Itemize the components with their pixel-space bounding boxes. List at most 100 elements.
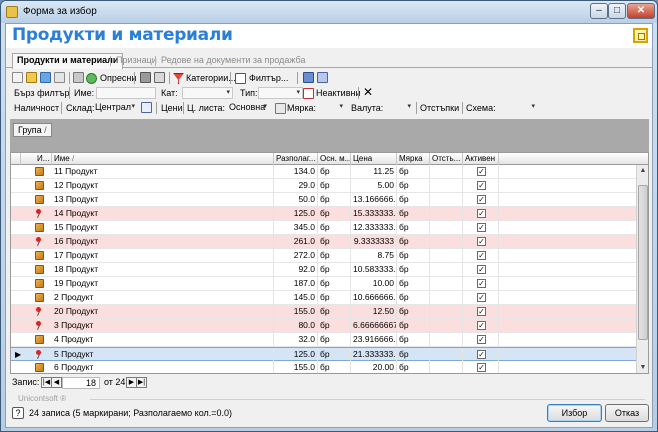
search-icon[interactable] (317, 72, 328, 83)
prev-record-icon[interactable]: ◀ (51, 377, 62, 388)
table-row[interactable]: 18 Продукт 92.0 бр 10.583333... бр ✓ (11, 263, 636, 277)
header-icon-col[interactable]: И... (35, 153, 52, 165)
active-checkbox[interactable]: ✓ (477, 279, 486, 288)
cell-base-unit: бр (318, 249, 351, 262)
tab-attributes[interactable]: Признаци (112, 54, 161, 68)
table-row[interactable]: 16 Продукт 261.0 бр 9.3333333 бр ✓ (11, 235, 636, 249)
table-row[interactable]: 12 Продукт 29.0 бр 5.00 бр ✓ (11, 179, 636, 193)
help-icon[interactable]: ? (12, 407, 24, 419)
print-icon[interactable] (140, 72, 151, 83)
active-checkbox[interactable]: ✓ (477, 321, 486, 330)
product-box-icon (35, 363, 44, 372)
unit-select[interactable]: ▾ (315, 102, 345, 114)
cell-measure: бр (397, 305, 430, 318)
table-row[interactable]: 13 Продукт 50.0 бр 13.166666... бр ✓ (11, 193, 636, 207)
new-icon[interactable] (12, 72, 23, 83)
active-checkbox[interactable]: ✓ (477, 307, 486, 316)
currency-select[interactable]: ▾ (381, 102, 413, 114)
active-checkbox[interactable]: ✓ (477, 223, 486, 232)
table-row[interactable]: 6 Продукт 155.0 бр 20.00 бр ✓ (11, 361, 636, 373)
header-base-unit[interactable]: Осн. м... (318, 153, 351, 165)
active-checkbox[interactable]: ✓ (477, 363, 486, 372)
last-record-icon[interactable]: ▶| (136, 377, 147, 388)
maximize-button[interactable]: □ (608, 3, 626, 19)
table-row[interactable]: 20 Продукт 155.0 бр 12.50 бр ✓ (11, 305, 636, 319)
filter-grid-icon (235, 73, 246, 84)
category-filter-select[interactable]: ▾ (182, 87, 233, 99)
active-checkbox[interactable]: ✓ (477, 335, 486, 344)
header-discount[interactable]: Отсть... (430, 153, 463, 165)
record-label: Запис: (12, 377, 40, 387)
header-price[interactable]: Цена (351, 153, 397, 165)
table-row[interactable]: ▶ 5 Продукт 125.0 бр 21.333333... бр ✓ (11, 347, 636, 361)
table-row[interactable]: 14 Продукт 125.0 бр 15.333333... бр ✓ (11, 207, 636, 221)
title-bar[interactable]: Форма за избор – □ ✕ (1, 1, 657, 23)
cancel-button[interactable]: Отказ (605, 404, 649, 422)
cell-name: 17 Продукт (52, 249, 274, 262)
scroll-thumb[interactable] (638, 185, 648, 340)
cell-discount (430, 277, 463, 290)
table-row[interactable]: 11 Продукт 134.0 бр 11.25 бр ✓ (11, 165, 636, 179)
warehouse-select[interactable]: Централ ▾ (93, 102, 137, 114)
cell-price: 10.00 (351, 277, 397, 290)
header-available[interactable]: Разполаг... (274, 153, 318, 165)
table-row[interactable]: 17 Продукт 272.0 бр 8.75 бр ✓ (11, 249, 636, 263)
cell-base-unit: бр (318, 207, 351, 220)
cell-available: 155.0 (274, 305, 318, 318)
active-checkbox[interactable]: ✓ (477, 181, 486, 190)
header-active[interactable]: Активен (463, 153, 499, 165)
cell-price: 5.00 (351, 179, 397, 192)
scroll-up-icon[interactable]: ▲ (637, 165, 648, 177)
active-checkbox[interactable]: ✓ (477, 293, 486, 302)
active-checkbox[interactable]: ✓ (477, 350, 486, 359)
type-filter-select[interactable]: ▾ (258, 87, 303, 99)
cell-measure: бр (397, 165, 430, 178)
table-row[interactable]: 4 Продукт 32.0 бр 23.916666... бр ✓ (11, 333, 636, 347)
prices-label: Цени (161, 103, 183, 113)
cell-available: 134.0 (274, 165, 318, 178)
open-folder-icon[interactable] (26, 72, 37, 83)
table-row[interactable]: 15 Продукт 345.0 бр 12.333333... бр ✓ (11, 221, 636, 235)
group-by-panel[interactable]: Група / (10, 119, 649, 152)
inactive-label: Неактивни (316, 88, 361, 98)
active-checkbox[interactable]: ✓ (477, 251, 486, 260)
name-filter-input[interactable] (96, 87, 156, 99)
clear-filter-icon[interactable]: ✕ (363, 86, 373, 100)
tab-sales-lines[interactable]: Редове на документи за продажба (157, 54, 310, 68)
active-checkbox[interactable]: ✓ (477, 167, 486, 176)
close-button[interactable]: ✕ (627, 3, 655, 19)
scroll-down-icon[interactable]: ▼ (637, 362, 648, 373)
table-row[interactable]: 19 Продукт 187.0 бр 10.00 бр ✓ (11, 277, 636, 291)
window: Форма за избор – □ ✕ Продукти и материал… (0, 0, 658, 432)
copy-icon[interactable] (73, 72, 84, 83)
header-select (21, 153, 35, 165)
save-icon[interactable] (40, 72, 51, 83)
cell-discount (430, 179, 463, 192)
cell-available: 125.0 (274, 207, 318, 220)
product-box-icon (35, 181, 44, 190)
main-toolbar: Опресни Категории... Филтър... (6, 70, 652, 86)
table-row[interactable]: 2 Продукт 145.0 бр 10.666666... бр ✓ (11, 291, 636, 305)
active-checkbox[interactable]: ✓ (477, 209, 486, 218)
record-current-input[interactable]: 18 (62, 377, 100, 389)
group-column-button[interactable]: Група / (13, 123, 52, 137)
header-measure[interactable]: Мярка (397, 153, 430, 165)
price-list-select[interactable]: Основна ▾ (227, 102, 269, 114)
active-checkbox[interactable]: ✓ (477, 195, 486, 204)
tab-products[interactable]: Продукти и материали (12, 53, 124, 69)
vertical-scrollbar[interactable]: ▲ ▼ (636, 165, 648, 373)
cell-name: 12 Продукт (52, 179, 274, 192)
print-preview-icon[interactable] (154, 72, 165, 83)
window-options-icon[interactable] (633, 28, 648, 43)
minimize-button[interactable]: – (590, 3, 608, 19)
cell-available: 155.0 (274, 361, 318, 373)
header-name[interactable]: Име / (52, 153, 274, 165)
active-checkbox[interactable]: ✓ (477, 265, 486, 274)
columns-icon[interactable] (303, 72, 314, 83)
warehouse-settings-icon[interactable] (141, 102, 152, 113)
active-checkbox[interactable]: ✓ (477, 237, 486, 246)
eraser-icon[interactable] (54, 72, 65, 83)
select-button[interactable]: Избор (547, 404, 602, 422)
table-row[interactable]: 3 Продукт 80.0 бр 6.66666667 бр ✓ (11, 319, 636, 333)
scheme-select[interactable]: ▾ (495, 102, 537, 114)
